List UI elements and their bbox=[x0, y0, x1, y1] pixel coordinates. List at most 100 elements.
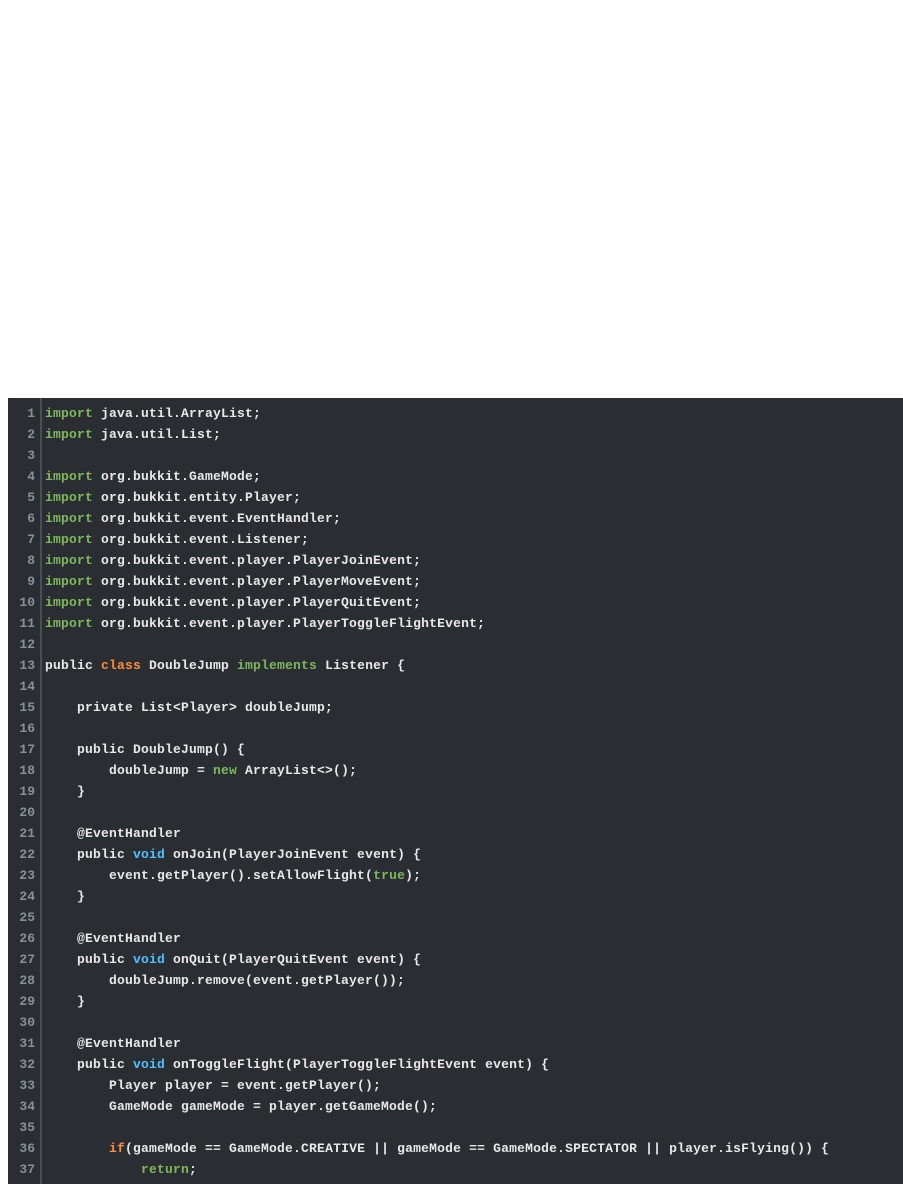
code-token: GameMode gameMode = player.getGameMode()… bbox=[45, 1099, 437, 1114]
code-line[interactable] bbox=[45, 802, 903, 823]
code-content-area[interactable]: import java.util.ArrayList;import java.u… bbox=[40, 398, 903, 1184]
code-token: import bbox=[45, 553, 93, 568]
code-line[interactable] bbox=[45, 1117, 903, 1138]
code-line[interactable]: @EventHandler bbox=[45, 1033, 903, 1054]
line-number: 4 bbox=[8, 466, 40, 487]
line-number: 31 bbox=[8, 1033, 40, 1054]
code-token: org.bukkit.event.EventHandler; bbox=[93, 511, 341, 526]
code-token: java.util.ArrayList; bbox=[93, 406, 261, 421]
code-line[interactable] bbox=[45, 634, 903, 655]
line-number: 37 bbox=[8, 1159, 40, 1180]
code-line[interactable] bbox=[45, 907, 903, 928]
code-token: org.bukkit.GameMode; bbox=[93, 469, 261, 484]
code-token: @EventHandler bbox=[45, 931, 181, 946]
line-number: 12 bbox=[8, 634, 40, 655]
code-token: org.bukkit.entity.Player; bbox=[93, 490, 301, 505]
code-token: DoubleJump bbox=[141, 658, 237, 673]
code-line[interactable]: event.getPlayer().setAllowFlight(true); bbox=[45, 865, 903, 886]
code-line[interactable]: if(gameMode == GameMode.CREATIVE || game… bbox=[45, 1138, 903, 1159]
code-line[interactable]: public class DoubleJump implements Liste… bbox=[45, 655, 903, 676]
code-line[interactable] bbox=[45, 1012, 903, 1033]
code-token: onQuit(PlayerQuitEvent event) { bbox=[165, 952, 421, 967]
code-line[interactable]: GameMode gameMode = player.getGameMode()… bbox=[45, 1096, 903, 1117]
code-token: class bbox=[101, 658, 141, 673]
line-number: 2 bbox=[8, 424, 40, 445]
code-line[interactable]: import java.util.ArrayList; bbox=[45, 403, 903, 424]
code-token: event.getPlayer().setAllowFlight( bbox=[45, 868, 373, 883]
code-line[interactable]: import java.util.List; bbox=[45, 424, 903, 445]
code-token: public bbox=[45, 952, 133, 967]
code-line[interactable]: @EventHandler bbox=[45, 823, 903, 844]
code-line[interactable]: } bbox=[45, 991, 903, 1012]
line-number: 10 bbox=[8, 592, 40, 613]
code-token: org.bukkit.event.player.PlayerJoinEvent; bbox=[93, 553, 421, 568]
line-number: 11 bbox=[8, 613, 40, 634]
code-token: import bbox=[45, 511, 93, 526]
code-token: import bbox=[45, 616, 93, 631]
code-token: void bbox=[133, 847, 165, 862]
code-line[interactable]: return; bbox=[45, 1159, 903, 1180]
code-token bbox=[45, 1162, 141, 1177]
line-number: 30 bbox=[8, 1012, 40, 1033]
code-token: } bbox=[45, 889, 85, 904]
code-line[interactable]: doubleJump.remove(event.getPlayer()); bbox=[45, 970, 903, 991]
code-line[interactable]: import org.bukkit.entity.Player; bbox=[45, 487, 903, 508]
code-token: Player player = event.getPlayer(); bbox=[45, 1078, 381, 1093]
code-token: import bbox=[45, 532, 93, 547]
code-token: org.bukkit.event.player.PlayerMoveEvent; bbox=[93, 574, 421, 589]
code-line[interactable] bbox=[45, 676, 903, 697]
code-line[interactable]: public DoubleJump() { bbox=[45, 739, 903, 760]
code-line[interactable]: import org.bukkit.event.player.PlayerMov… bbox=[45, 571, 903, 592]
line-number: 16 bbox=[8, 718, 40, 739]
line-number: 6 bbox=[8, 508, 40, 529]
code-token: doubleJump.remove(event.getPlayer()); bbox=[45, 973, 405, 988]
line-number: 14 bbox=[8, 676, 40, 697]
code-token: import bbox=[45, 490, 93, 505]
code-line[interactable]: import org.bukkit.event.player.PlayerQui… bbox=[45, 592, 903, 613]
line-number: 22 bbox=[8, 844, 40, 865]
code-token: } bbox=[45, 994, 85, 1009]
line-number: 20 bbox=[8, 802, 40, 823]
line-number: 34 bbox=[8, 1096, 40, 1117]
line-number: 8 bbox=[8, 550, 40, 571]
line-number: 36 bbox=[8, 1138, 40, 1159]
line-number: 21 bbox=[8, 823, 40, 844]
line-number: 35 bbox=[8, 1117, 40, 1138]
line-number: 26 bbox=[8, 928, 40, 949]
code-line[interactable]: public void onToggleFlight(PlayerToggleF… bbox=[45, 1054, 903, 1075]
code-line[interactable] bbox=[45, 445, 903, 466]
code-line[interactable]: import org.bukkit.GameMode; bbox=[45, 466, 903, 487]
code-line[interactable]: public void onQuit(PlayerQuitEvent event… bbox=[45, 949, 903, 970]
code-token: import bbox=[45, 427, 93, 442]
code-token: public bbox=[45, 1057, 133, 1072]
code-token: @EventHandler bbox=[45, 826, 181, 841]
line-number: 33 bbox=[8, 1075, 40, 1096]
code-line[interactable]: import org.bukkit.event.EventHandler; bbox=[45, 508, 903, 529]
code-line[interactable]: import org.bukkit.event.player.PlayerTog… bbox=[45, 613, 903, 634]
code-line[interactable]: doubleJump = new ArrayList<>(); bbox=[45, 760, 903, 781]
code-token bbox=[45, 1141, 109, 1156]
line-number: 17 bbox=[8, 739, 40, 760]
code-token: import bbox=[45, 574, 93, 589]
code-line[interactable]: } bbox=[45, 886, 903, 907]
code-token: java.util.List; bbox=[93, 427, 221, 442]
code-token: org.bukkit.event.Listener; bbox=[93, 532, 309, 547]
code-editor[interactable]: 1234567891011121314151617181920212223242… bbox=[8, 398, 903, 1184]
code-line[interactable] bbox=[45, 718, 903, 739]
line-number: 9 bbox=[8, 571, 40, 592]
code-token: void bbox=[133, 952, 165, 967]
code-token: public bbox=[45, 658, 101, 673]
code-line[interactable]: private List<Player> doubleJump; bbox=[45, 697, 903, 718]
line-number: 28 bbox=[8, 970, 40, 991]
code-line[interactable]: import org.bukkit.event.Listener; bbox=[45, 529, 903, 550]
line-number: 15 bbox=[8, 697, 40, 718]
code-line[interactable]: } bbox=[45, 781, 903, 802]
code-token: Listener { bbox=[317, 658, 405, 673]
code-line[interactable]: import org.bukkit.event.player.PlayerJoi… bbox=[45, 550, 903, 571]
code-line[interactable]: Player player = event.getPlayer(); bbox=[45, 1075, 903, 1096]
code-token: (gameMode == GameMode.CREATIVE || gameMo… bbox=[125, 1141, 829, 1156]
code-line[interactable]: public void onJoin(PlayerJoinEvent event… bbox=[45, 844, 903, 865]
code-token: private List<Player> doubleJump; bbox=[45, 700, 333, 715]
line-number: 32 bbox=[8, 1054, 40, 1075]
code-line[interactable]: @EventHandler bbox=[45, 928, 903, 949]
